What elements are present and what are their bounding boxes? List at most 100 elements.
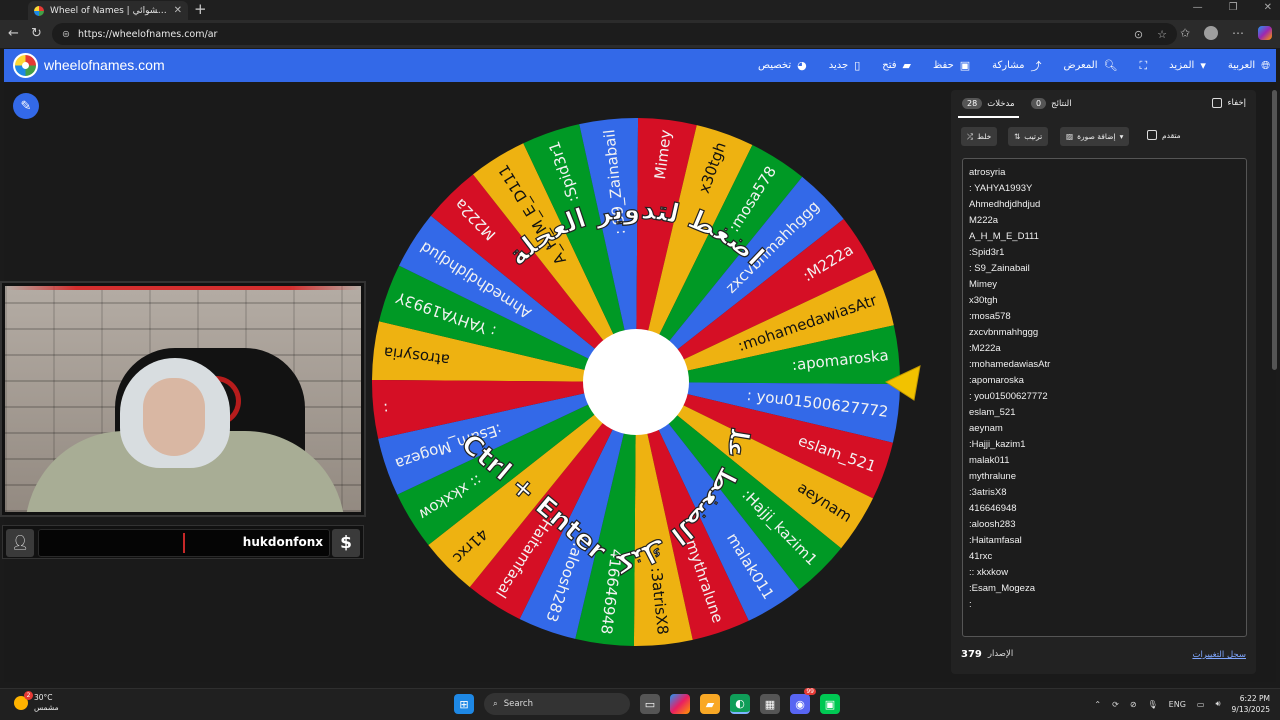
menu-label: المزيد (1169, 60, 1195, 71)
share-button[interactable]: ⤴ مشاركة (992, 58, 1041, 74)
site-header: wheelofnames.com 🌐︎ العربية ▾ المزيد ⛶ 🔍︎ ا… (4, 49, 1276, 82)
maximize-icon[interactable]: ❐ (1229, 2, 1238, 13)
display-icon[interactable]: ▭ (1197, 700, 1205, 709)
close-tab-icon[interactable]: ✕ (174, 5, 182, 16)
language-menu[interactable]: 🌐︎ العربية (1228, 59, 1270, 73)
weather-widget[interactable]: 2 30°C مشمس (14, 691, 59, 713)
advanced-label: متقدم (1162, 130, 1181, 140)
entry-line: A_H_M_E_D111 (969, 231, 1039, 242)
profile-avatar-icon[interactable] (1204, 26, 1218, 40)
hide-checkbox[interactable]: إخفاء (1212, 98, 1246, 108)
file-explorer-icon[interactable]: ▰ (700, 694, 720, 714)
file-icon: ▯ (854, 59, 861, 72)
microphone-icon[interactable]: 🎙︎ (1148, 700, 1158, 709)
fullscreen-button[interactable]: ⛶ (1139, 59, 1147, 73)
tab-results-label: النتائج (1051, 98, 1072, 109)
url-field[interactable]: ⊜ https://wheelofnames.com/ar ⊙ ☆ (52, 23, 1177, 45)
edit-wheel-button[interactable]: ✎ (13, 93, 39, 119)
sync-icon[interactable]: ⟳ (1112, 700, 1119, 709)
entry-line: :Esam_Mogeza (969, 583, 1036, 594)
task-view-icon[interactable]: ▭ (640, 694, 660, 714)
streamer-name: hukdonfonx (242, 535, 323, 549)
browser-tab-bar: Wheel of Names | الاسم العشوائي ✕ + — ❐ … (0, 0, 1280, 20)
temperature: 30°C (34, 693, 53, 702)
refresh-icon[interactable]: ↻ (31, 26, 42, 41)
copilot-app-icon[interactable] (670, 694, 690, 714)
settings-menu-icon[interactable]: ⋯ (1232, 26, 1244, 40)
shuffle-button[interactable]: ⤮ خلط (961, 127, 998, 146)
close-window-icon[interactable]: ✕ (1264, 2, 1272, 13)
copilot-icon[interactable] (1258, 26, 1272, 40)
sort-button[interactable]: ⇅ ترتيب (1008, 127, 1049, 146)
new-button[interactable]: ▯ جديد (829, 59, 861, 72)
brand-name[interactable]: wheelofnames.com (44, 57, 165, 73)
wheel[interactable]: atrosyria: YAHYA1993Y Ahmedhdjdhdjud M222a… (356, 89, 902, 648)
discord-icon[interactable]: ◉ 99 (790, 688, 816, 714)
advanced-checkbox[interactable]: متقدم (1147, 130, 1181, 140)
clock[interactable]: 6:22 PM 9/13/2025 (1232, 693, 1270, 715)
checkbox-icon (1147, 130, 1157, 140)
entries-textarea[interactable]: atrosyria: YAHYA1993Y Ahmedhdjdhdjud M222a… (962, 158, 1247, 637)
menu-label: جديد (828, 60, 849, 71)
search-icon: 🔍︎ (1103, 59, 1118, 72)
webcam-person-face (143, 378, 205, 456)
app-icon[interactable]: ▣ (820, 694, 840, 714)
network-off-icon[interactable]: ⊘ (1130, 700, 1137, 709)
page-scrollbar[interactable] (1272, 90, 1277, 370)
wheel-favicon-icon (34, 5, 44, 16)
sort-icon: ⇅ (1014, 132, 1021, 141)
site-info-icon[interactable]: ⊜ (62, 29, 70, 40)
tab-results[interactable]: النتائج 0 (1031, 98, 1072, 109)
taskbar: 2 30°C مشمس ⊞ ⌕ Search ▭ ▰ ◐ ▦ ◉ 99 ▣ ⌃ ⟳… (0, 688, 1280, 720)
entry-line: zxcvbnmahhggg (969, 327, 1039, 338)
entry-line: M222a (969, 215, 999, 226)
tab-entries[interactable]: مدخلات 28 (958, 98, 1019, 118)
language-indicator[interactable]: ENG (1169, 700, 1186, 709)
shuffle-label: خلط (977, 132, 992, 141)
entry-line: atrosyria (969, 167, 1006, 178)
minimize-icon[interactable]: — (1193, 2, 1203, 13)
add-image-label: إضافة صورة (1077, 132, 1116, 141)
store-icon[interactable]: ▦ (760, 694, 780, 714)
version-label: الإصدار (987, 649, 1014, 659)
entries-panel: مدخلات 28 النتائج 0 إخفاء ⤮ خلط ⇅ ترتيب (951, 90, 1256, 674)
new-tab-icon[interactable]: + (194, 1, 207, 17)
open-button[interactable]: ▰ فتح (882, 59, 911, 72)
favorite-star-icon[interactable]: ☆ (1157, 28, 1167, 41)
logo-icon[interactable] (13, 53, 38, 78)
address-bar-row: ← ↻ ⊜ https://wheelofnames.com/ar ⊙ ☆ ✩ … (0, 20, 1280, 48)
wheel-svg[interactable]: atrosyria: YAHYA1993YAhmedhdjdhdjudM222a… (356, 89, 902, 648)
back-icon[interactable]: ← (8, 26, 19, 41)
start-menu-icon[interactable]: ⊞ (454, 694, 474, 714)
url-text: https://wheelofnames.com/ar (77, 28, 218, 40)
entry-line: : S9_Zainabail (969, 263, 1030, 274)
entry-line: Mimey (969, 279, 997, 290)
entry-line: : YAHYA1993Y (969, 183, 1033, 194)
more-options-icon[interactable]: ⊙ (1134, 28, 1143, 41)
menu-label: فتح (882, 60, 897, 71)
chevron-up-icon[interactable]: ⌃ (1094, 700, 1101, 709)
wheel-center[interactable] (583, 329, 689, 435)
entry-line: : (969, 599, 972, 610)
fullscreen-icon: ⛶ (1139, 58, 1148, 72)
tab-entries-label: مدخلات (987, 98, 1015, 109)
taskbar-search[interactable]: ⌕ Search (484, 693, 630, 715)
entry-line: :aloosh283 (969, 519, 1016, 530)
version-info: الإصدار 379 (961, 649, 1013, 660)
edge-browser-icon[interactable]: ◐ (730, 694, 750, 714)
volume-icon[interactable]: 🔊︎ (1215, 699, 1220, 709)
more-menu[interactable]: ▾ المزيد (1169, 59, 1206, 72)
gallery-button[interactable]: 🔍︎ المعرض (1063, 59, 1117, 72)
browser-tab[interactable]: Wheel of Names | الاسم العشوائي ✕ (28, 1, 188, 20)
add-image-button[interactable]: ▨ إضافة صورة ▾ (1060, 127, 1130, 146)
menu-label: تخصيص (757, 60, 792, 71)
clock-date: 9/13/2025 (1231, 705, 1270, 714)
customize-button[interactable]: ◕ تخصيص (758, 59, 807, 72)
taskbar-apps: ⊞ ⌕ Search ▭ ▰ ◐ ▦ ◉ 99 ▣ (454, 688, 840, 715)
favorites-icon[interactable]: ✩ (1180, 26, 1190, 40)
save-button[interactable]: ▣ حفظ (933, 59, 970, 72)
chevron-down-icon: ▾ (1119, 132, 1124, 141)
changelog-link[interactable]: سجل التغييرات (1192, 650, 1246, 660)
sort-label: ترتيب (1024, 132, 1043, 141)
hide-label: إخفاء (1227, 98, 1246, 108)
